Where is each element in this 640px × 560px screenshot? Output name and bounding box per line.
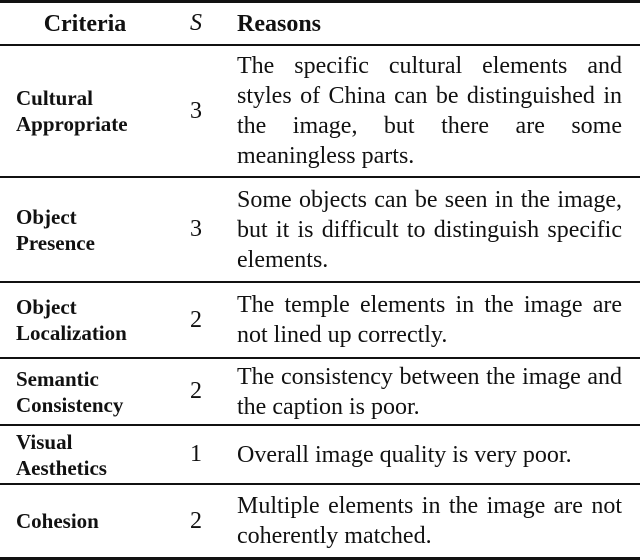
header-row: Criteria S Reasons xyxy=(0,3,640,44)
criteria-cell: Semantic Consistency xyxy=(16,359,166,424)
reason-cell: The specific cultural elements and style… xyxy=(237,46,622,176)
score-cell: 2 xyxy=(190,306,202,333)
score-cell: 2 xyxy=(190,378,202,404)
reason-text: Some objects can be seen in the im­age, … xyxy=(237,186,622,273)
criteria-line: Consistency xyxy=(16,392,124,417)
reason-text: The temple elements in the image are not… xyxy=(237,292,622,348)
reason-text: Overall image quality is very poor. xyxy=(237,441,572,468)
reason-cell: The consistency between the image and th… xyxy=(237,359,622,424)
reason-cell: Multiple elements in the image are not c… xyxy=(237,485,622,557)
criteria-line: Visual xyxy=(16,429,73,454)
criteria-cell: Visual Aesthetics xyxy=(16,426,166,483)
score-cell: 2 xyxy=(190,507,202,534)
table-row: Object Localization 2 The temple element… xyxy=(0,283,640,357)
criteria-cell: Object Localization xyxy=(16,283,166,357)
criteria-cell: Object Presence xyxy=(16,178,166,281)
criteria-cell: Cohesion xyxy=(16,485,166,557)
criteria-line: Localization xyxy=(16,321,127,345)
header-score: S xyxy=(190,10,202,36)
score-cell: 3 xyxy=(190,216,202,242)
criteria-line: Semantic xyxy=(16,366,99,391)
table-row: Cultural Appropriate 3 The specific cult… xyxy=(0,46,640,176)
score-cell: 3 xyxy=(190,97,202,124)
header-reasons: Reasons xyxy=(237,10,322,37)
criteria-line: Cohesion xyxy=(16,509,99,533)
criteria-line: Aesthetics xyxy=(16,455,107,480)
reason-cell: The temple elements in the image are not… xyxy=(237,283,622,357)
reason-text: The specific cultural elements and style… xyxy=(237,53,622,169)
score-cell: 1 xyxy=(190,441,202,467)
table-row: Object Presence 3 Some objects can be se… xyxy=(0,178,640,281)
reason-text: Multiple elements in the image are not c… xyxy=(237,493,622,549)
criteria-line: Cultural xyxy=(16,86,94,110)
criteria-line: Object xyxy=(16,295,77,319)
criteria-line: Appropriate xyxy=(16,112,128,136)
header-criteria: Criteria xyxy=(43,10,127,37)
criteria-cell: Cultural Appropriate xyxy=(16,46,166,176)
criteria-line: Object xyxy=(16,204,77,229)
criteria-line: Presence xyxy=(16,230,95,255)
reason-cell: Some objects can be seen in the im­age, … xyxy=(237,178,622,281)
table-row: Visual Aesthetics 1 Overall image qualit… xyxy=(0,426,640,483)
reason-cell: Overall image quality is very poor. xyxy=(237,426,622,483)
table-row: Semantic Consistency 2 The consistency b… xyxy=(0,359,640,424)
reason-text: The consistency between the image and th… xyxy=(237,363,622,420)
table-row: Cohesion 2 Multiple elements in the imag… xyxy=(0,485,640,557)
